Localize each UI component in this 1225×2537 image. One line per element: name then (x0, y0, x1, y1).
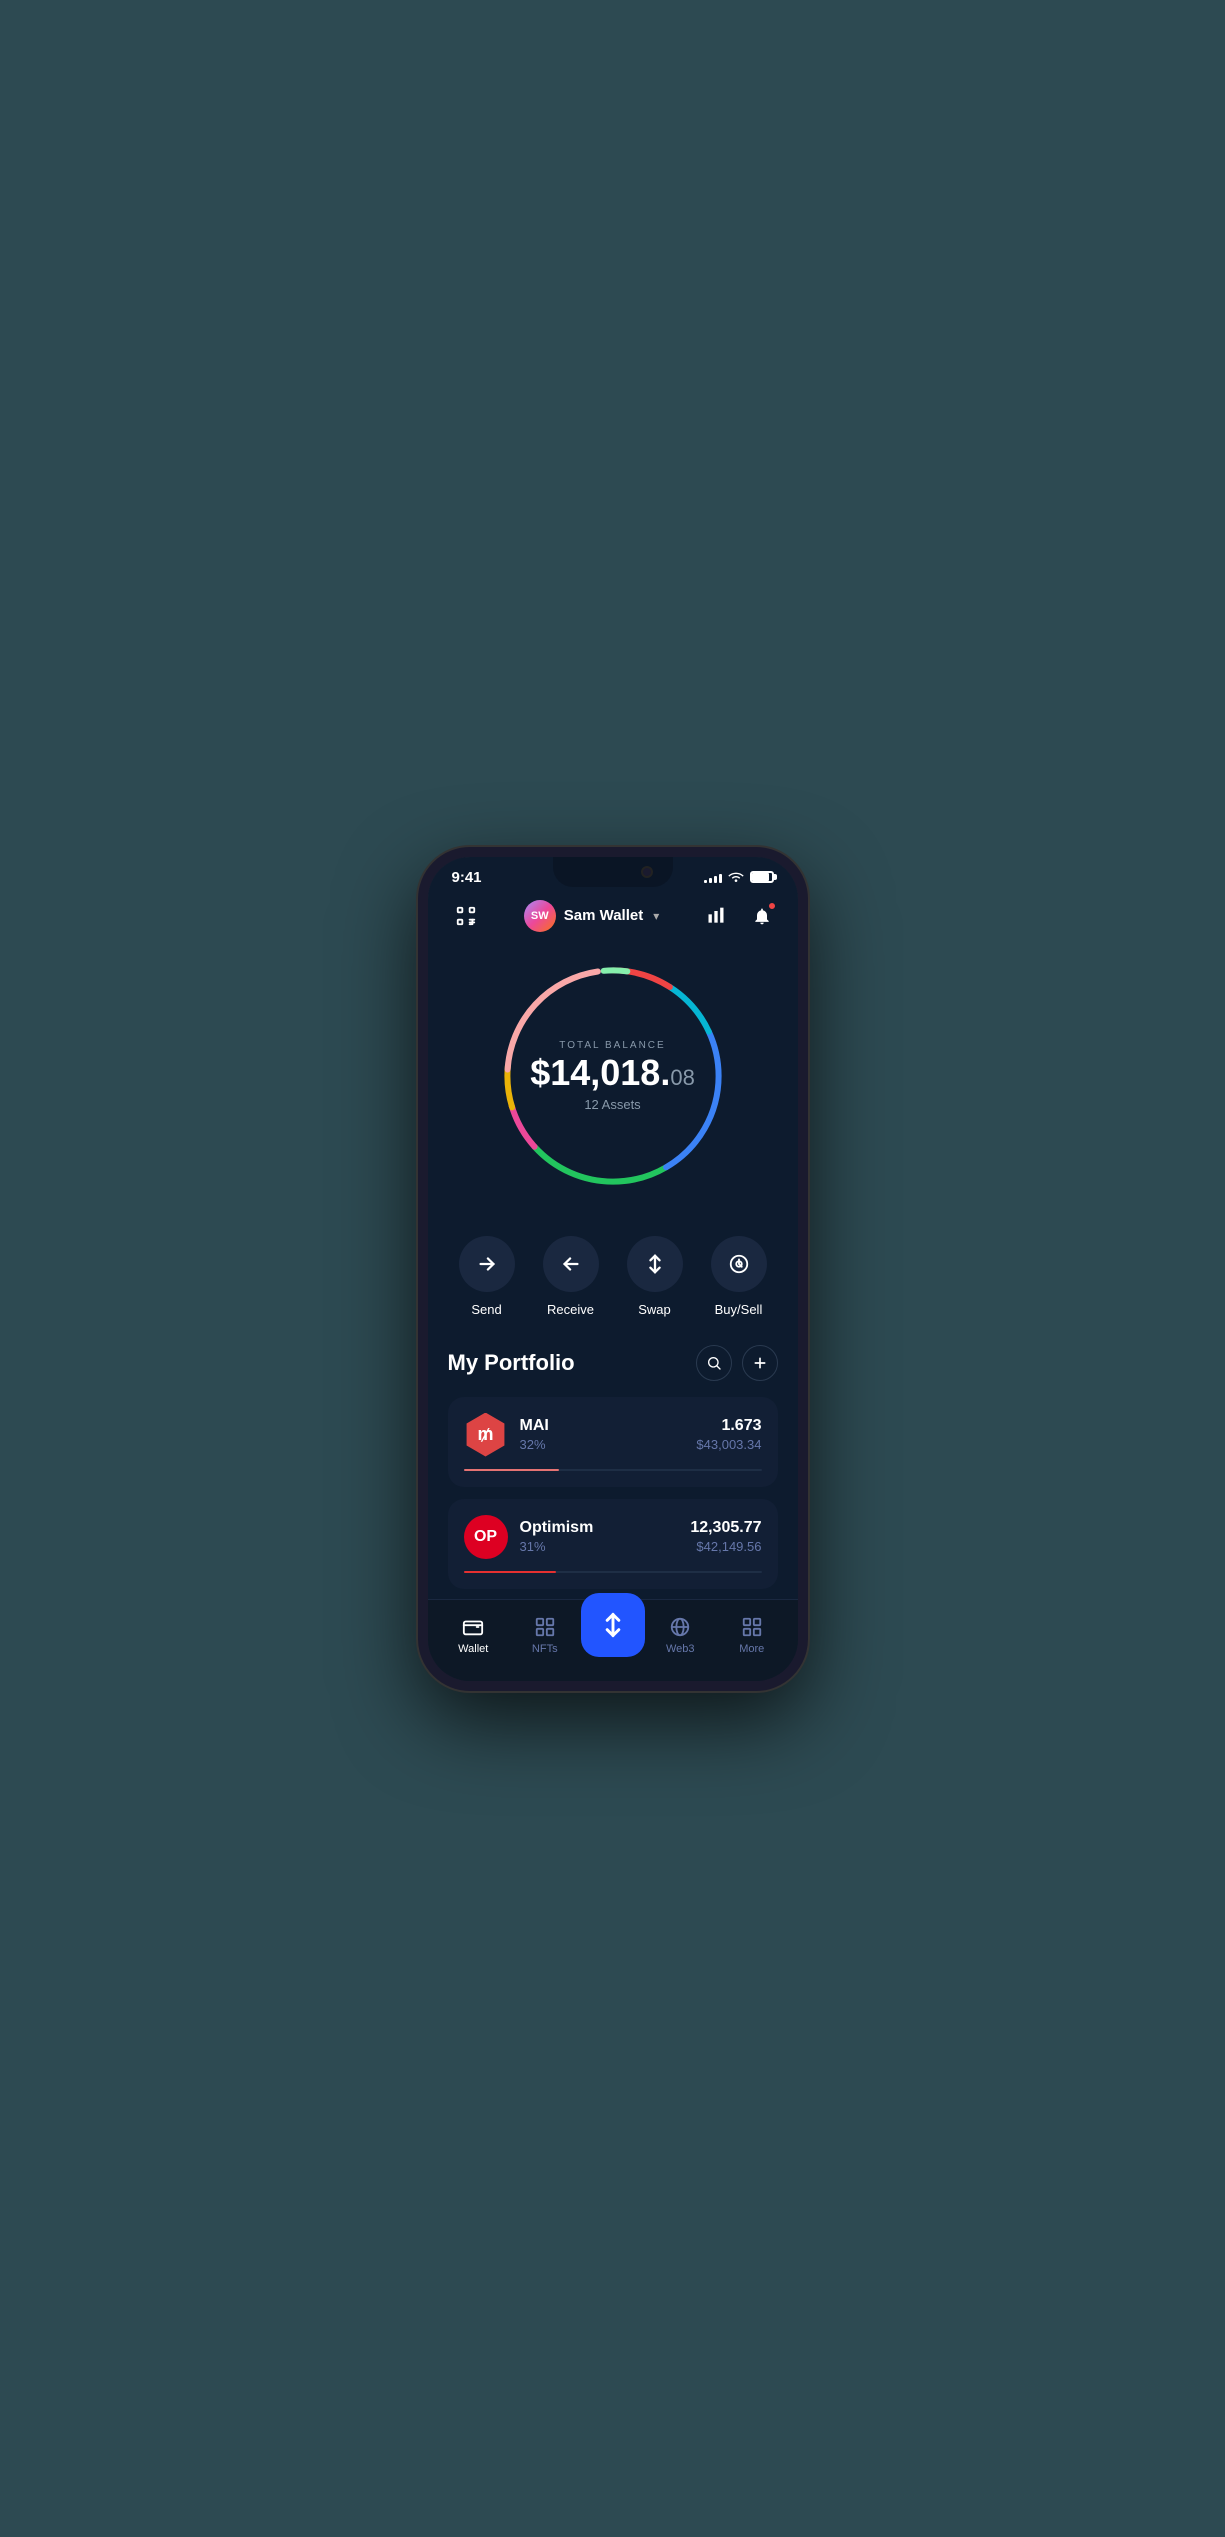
receive-label: Receive (547, 1302, 594, 1317)
asset-card-mai[interactable]: ₥ MAI 32% 1.673 $43,003.34 (448, 1397, 778, 1487)
nav-center-swap[interactable] (581, 1593, 645, 1657)
action-buttons: Send Receive (428, 1216, 798, 1345)
optimism-pct: 31% (520, 1539, 594, 1554)
status-time: 9:41 (452, 869, 482, 886)
more-nav-label: More (739, 1643, 764, 1655)
receive-button[interactable]: Receive (543, 1236, 599, 1317)
mai-progress-fill (464, 1469, 559, 1471)
balance-center: TOTAL BALANCE $14,018.08 12 Assets (530, 1040, 695, 1112)
send-label: Send (471, 1302, 501, 1317)
optimism-progress-fill (464, 1571, 556, 1573)
asset-card-optimism[interactable]: OP Optimism 31% 12,305.77 $42,149.56 (448, 1499, 778, 1589)
balance-amount: $14,018.08 (530, 1055, 695, 1091)
send-button[interactable]: Send (459, 1236, 515, 1317)
signal-icon (704, 871, 722, 883)
portfolio-actions (696, 1345, 778, 1381)
notification-dot (768, 902, 776, 910)
bell-icon[interactable] (746, 900, 778, 932)
notch (553, 857, 673, 887)
more-nav-icon (740, 1615, 764, 1639)
portfolio-search-button[interactable] (696, 1345, 732, 1381)
wallet-name: Sam Wallet (564, 907, 643, 924)
wallet-nav-label: Wallet (458, 1643, 488, 1655)
nfts-nav-icon (533, 1615, 557, 1639)
optimism-amount: 12,305.77 (690, 1519, 761, 1537)
chevron-down-icon: ▾ (653, 909, 659, 923)
balance-label: TOTAL BALANCE (530, 1040, 695, 1051)
phone-frame: 9:41 (418, 847, 808, 1691)
wallet-selector[interactable]: SW Sam Wallet ▾ (524, 900, 660, 932)
portfolio-add-button[interactable] (742, 1345, 778, 1381)
mai-icon: ₥ (464, 1413, 508, 1457)
header-right (700, 900, 778, 932)
nfts-nav-label: NFTs (532, 1643, 558, 1655)
web3-nav-label: Web3 (666, 1643, 695, 1655)
swap-label: Swap (638, 1302, 671, 1317)
phone-screen: 9:41 (428, 857, 798, 1681)
bottom-nav: Wallet NFTs (428, 1599, 798, 1681)
battery-icon (750, 871, 774, 883)
mai-progress-bar (464, 1469, 762, 1471)
nav-web3[interactable]: Web3 (645, 1615, 717, 1655)
swap-button[interactable]: Swap (627, 1236, 683, 1317)
optimism-name: Optimism (520, 1519, 594, 1537)
status-icons (704, 870, 774, 885)
asset-row-mai: ₥ MAI 32% 1.673 $43,003.34 (464, 1413, 762, 1457)
wallet-nav-icon (461, 1615, 485, 1639)
mai-value: $43,003.34 (696, 1437, 761, 1452)
chart-icon[interactable] (700, 900, 732, 932)
balance-section: TOTAL BALANCE $14,018.08 12 Assets (428, 946, 798, 1216)
optimism-icon: OP (464, 1515, 508, 1559)
portfolio-title: My Portfolio (448, 1350, 575, 1376)
camera (641, 866, 653, 878)
mai-amount: 1.673 (696, 1417, 761, 1435)
web3-nav-icon (668, 1615, 692, 1639)
balance-assets: 12 Assets (530, 1097, 695, 1112)
header: SW Sam Wallet ▾ (428, 890, 798, 946)
optimism-value: $42,149.56 (690, 1539, 761, 1554)
asset-row-optimism: OP Optimism 31% 12,305.77 $42,149.56 (464, 1515, 762, 1559)
buysell-label: Buy/Sell (715, 1302, 763, 1317)
mai-pct: 32% (520, 1437, 549, 1452)
mai-name: MAI (520, 1417, 549, 1435)
portfolio-header: My Portfolio (448, 1345, 778, 1381)
nav-wallet[interactable]: Wallet (438, 1615, 510, 1655)
avatar: SW (524, 900, 556, 932)
balance-chart: TOTAL BALANCE $14,018.08 12 Assets (493, 956, 733, 1196)
portfolio-section: My Portfolio (428, 1345, 798, 1589)
optimism-progress-bar (464, 1571, 762, 1573)
buysell-button[interactable]: Buy/Sell (711, 1236, 767, 1317)
wifi-icon (728, 870, 744, 885)
nav-nfts[interactable]: NFTs (509, 1615, 581, 1655)
scan-icon[interactable] (448, 898, 484, 934)
nav-more[interactable]: More (716, 1615, 788, 1655)
